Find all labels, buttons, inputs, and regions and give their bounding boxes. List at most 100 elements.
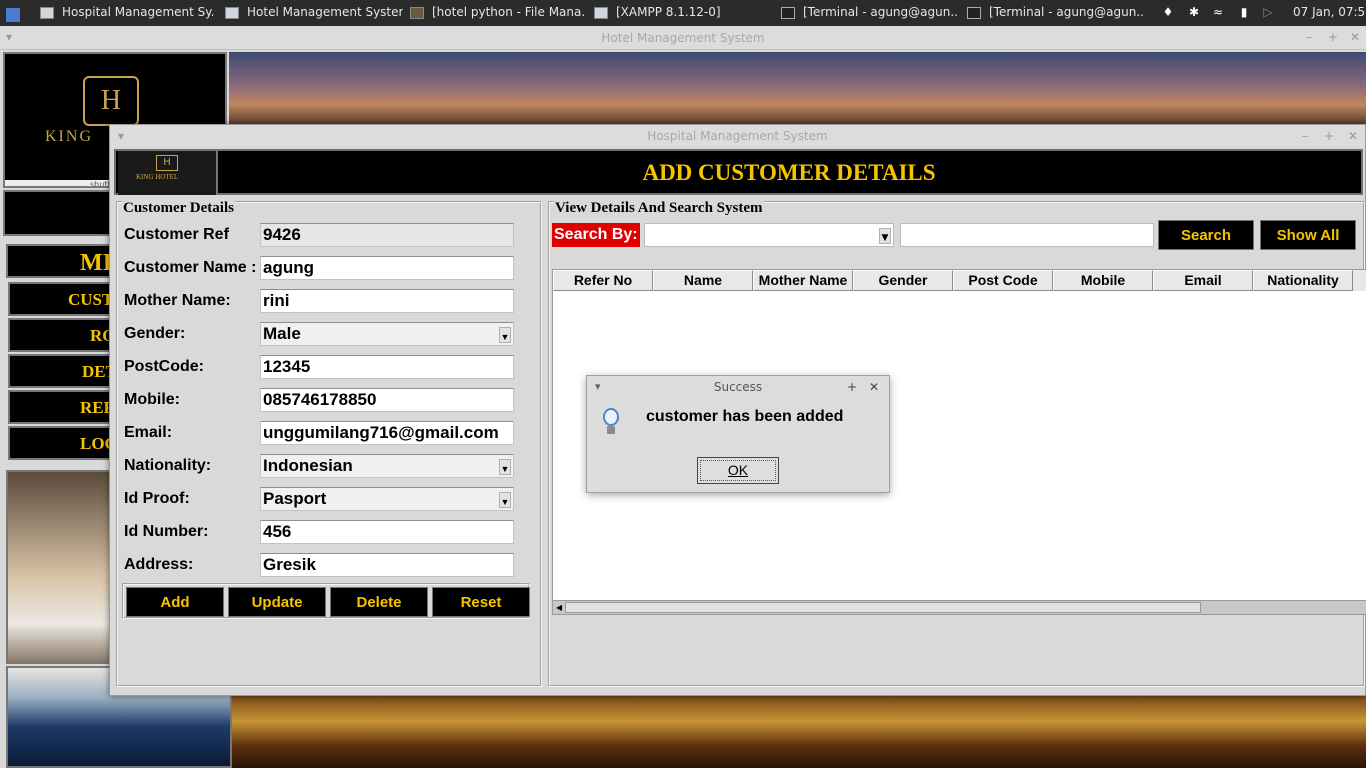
taskbar-app-file-manager[interactable]: [hotel python - File Mana... xyxy=(410,0,586,26)
column-gender[interactable]: Gender xyxy=(853,270,953,291)
menu-item-report[interactable]: REF xyxy=(8,390,112,424)
taskbar-app-hospital[interactable]: Hospital Management Sy... xyxy=(40,0,215,26)
window-menu-icon[interactable]: ▾ xyxy=(595,376,601,398)
column-refer-no[interactable]: Refer No xyxy=(553,270,653,291)
address-field[interactable]: Gresik xyxy=(260,553,514,577)
email-label: Email: xyxy=(124,424,173,441)
column-mother-name[interactable]: Mother Name xyxy=(753,270,853,291)
nationality-value: Indonesian xyxy=(263,456,353,475)
column-email[interactable]: Email xyxy=(1153,270,1253,291)
logo-text: KING xyxy=(45,128,93,145)
gender-select[interactable]: Male ▼ xyxy=(260,322,514,346)
id-proof-label: Id Proof: xyxy=(124,490,190,507)
taskbar-app-xampp[interactable]: [XAMPP 8.1.12-0] xyxy=(594,0,724,26)
taskbar: Hospital Management Sy... Hotel Manageme… xyxy=(0,0,1366,26)
column-post-code[interactable]: Post Code xyxy=(953,270,1053,291)
wifi-icon[interactable]: ≈ xyxy=(1211,5,1225,19)
nationality-label: Nationality: xyxy=(124,457,212,474)
delete-button[interactable]: Delete xyxy=(330,587,428,617)
horizontal-scrollbar[interactable]: ◀ xyxy=(553,600,1366,614)
bluetooth-icon[interactable]: ✱ xyxy=(1187,5,1201,19)
maximize-icon[interactable]: + xyxy=(847,376,857,398)
show-all-button[interactable]: Show All xyxy=(1260,220,1356,250)
gender-value: Male xyxy=(263,324,301,343)
chevron-down-icon[interactable]: ▼ xyxy=(499,327,511,343)
bell-icon[interactable]: ♦ xyxy=(1161,5,1175,19)
customer-ref-label: Customer Ref xyxy=(124,226,229,243)
window-menu-icon[interactable]: ▾ xyxy=(118,125,124,147)
column-mobile[interactable]: Mobile xyxy=(1053,270,1153,291)
window-icon xyxy=(594,6,608,19)
message-box-titlebar: ▾ Success + ✕ xyxy=(587,376,889,398)
window-menu-icon[interactable]: ▾ xyxy=(6,26,12,48)
window-icon xyxy=(40,6,54,19)
scrollbar-thumb[interactable] xyxy=(565,602,1201,613)
minimize-icon[interactable]: – xyxy=(1306,26,1312,48)
action-button-bar: Add Update Delete Reset xyxy=(122,583,530,619)
chevron-down-icon[interactable]: ▼ xyxy=(879,228,891,244)
chevron-down-icon[interactable]: ▼ xyxy=(499,459,511,475)
lightbulb-icon xyxy=(601,408,621,438)
menu-item-logout[interactable]: LOG xyxy=(8,426,112,460)
update-button[interactable]: Update xyxy=(228,587,326,617)
search-by-select[interactable]: ▼ xyxy=(644,223,894,247)
page-header: H KING HOTEL ADD CUSTOMER DETAILS xyxy=(114,149,1363,195)
close-icon[interactable]: ✕ xyxy=(1348,125,1358,147)
mother-name-field[interactable]: rini xyxy=(260,289,514,313)
page-title: ADD CUSTOMER DETAILS xyxy=(642,160,936,185)
crown-icon: H xyxy=(83,76,139,126)
ok-button[interactable]: OK xyxy=(697,457,779,484)
email-field[interactable]: unggumilang716@gmail.com xyxy=(260,421,514,445)
search-by-label: Search By: xyxy=(552,223,640,247)
message-box-title: Success xyxy=(713,380,763,394)
search-input[interactable] xyxy=(900,223,1154,247)
maximize-icon[interactable]: + xyxy=(1324,125,1334,147)
battery-icon[interactable]: ▮ xyxy=(1237,5,1251,19)
taskbar-app-terminal-1[interactable]: [Terminal - agung@agun... xyxy=(781,0,959,26)
chevron-down-icon[interactable]: ▼ xyxy=(499,492,511,508)
scroll-left-icon[interactable]: ◀ xyxy=(554,602,564,613)
message-text: customer has been added xyxy=(646,408,844,425)
menu-header: MI xyxy=(6,244,112,278)
main-window-titlebar: ▾ Hotel Management System – + ✕ xyxy=(0,26,1366,50)
close-icon[interactable]: ✕ xyxy=(1350,26,1360,48)
view-details-legend: View Details And Search System xyxy=(554,200,764,216)
crown-icon: H xyxy=(156,155,178,171)
dialog-title: Hospital Management System xyxy=(647,129,828,143)
terminal-icon xyxy=(781,6,795,19)
dialog-titlebar: ▾ Hospital Management System – + ✕ xyxy=(110,125,1365,147)
id-proof-select[interactable]: Pasport ▼ xyxy=(260,487,514,511)
mobile-field[interactable]: 085746178850 xyxy=(260,388,514,412)
id-proof-value: Pasport xyxy=(263,489,327,508)
id-number-field[interactable]: 456 xyxy=(260,520,514,544)
maximize-icon[interactable]: + xyxy=(1328,26,1338,48)
folder-icon xyxy=(410,6,424,19)
customer-name-label: Customer Name : xyxy=(124,259,257,276)
reset-button[interactable]: Reset xyxy=(432,587,530,617)
mobile-label: Mobile: xyxy=(124,391,180,408)
menu-banner xyxy=(3,190,111,236)
nationality-select[interactable]: Indonesian ▼ xyxy=(260,454,514,478)
menu-item-details[interactable]: DET xyxy=(8,354,112,388)
postcode-field[interactable]: 12345 xyxy=(260,355,514,379)
clock[interactable]: 07 Jan, 07:53 xyxy=(1293,0,1366,26)
menu-item-room[interactable]: RO xyxy=(8,318,112,352)
taskbar-app-terminal-2[interactable]: [Terminal - agung@agun... xyxy=(967,0,1145,26)
add-button[interactable]: Add xyxy=(126,587,224,617)
id-number-label: Id Number: xyxy=(124,523,209,540)
customer-name-field[interactable]: agung xyxy=(260,256,514,280)
close-icon[interactable]: ✕ xyxy=(869,376,879,398)
volume-icon[interactable]: ▷ xyxy=(1261,5,1275,19)
column-name[interactable]: Name xyxy=(653,270,753,291)
customer-ref-field[interactable]: 9426 xyxy=(260,223,514,247)
minimize-icon[interactable]: – xyxy=(1302,125,1308,147)
taskbar-app-hotel[interactable]: Hotel Management System xyxy=(225,0,403,26)
header-logo-text: KING HOTEL xyxy=(136,173,179,181)
app-menu-icon[interactable] xyxy=(6,0,24,26)
table-header: Refer No Name Mother Name Gender Post Co… xyxy=(553,270,1366,291)
menu-item-customer[interactable]: CUST xyxy=(8,282,112,316)
search-button[interactable]: Search xyxy=(1158,220,1254,250)
banner-image-bottom xyxy=(232,696,1366,768)
terminal-icon xyxy=(967,6,981,19)
column-nationality[interactable]: Nationality xyxy=(1253,270,1353,291)
